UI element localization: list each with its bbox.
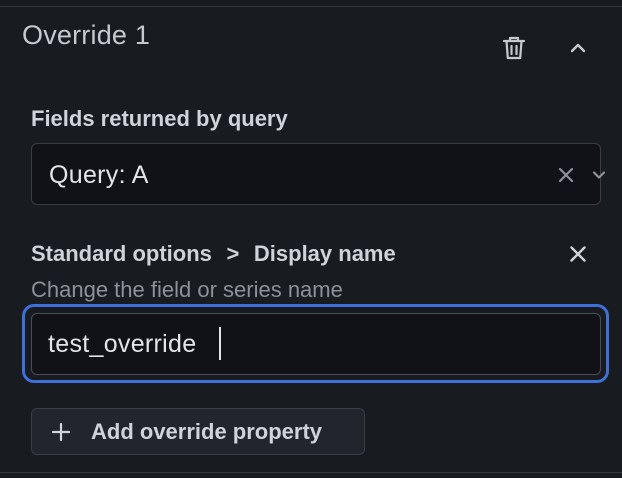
close-icon: [558, 167, 574, 183]
display-name-value: test_override: [48, 330, 197, 358]
text-caret: [219, 327, 221, 360]
collapse-override-button[interactable]: [560, 30, 596, 66]
property-category: Standard options: [31, 241, 212, 266]
property-name: Display name: [253, 241, 396, 266]
override-panel: Override 1 Fields returned by query Quer…: [0, 0, 622, 478]
breadcrumb-separator: >: [226, 241, 240, 266]
select-value: Query: A: [49, 161, 149, 189]
chevron-up-icon: [570, 43, 586, 53]
remove-property-button[interactable]: [563, 239, 593, 269]
chevron-down-icon: [592, 171, 606, 179]
fields-query-select[interactable]: Query: A: [31, 143, 606, 205]
property-description: Change the field or series name: [31, 277, 343, 302]
trash-icon: [502, 36, 526, 60]
bottom-divider: [0, 472, 622, 473]
clear-select-button[interactable]: [551, 160, 581, 190]
add-override-property-button[interactable]: Add override property: [31, 408, 365, 455]
property-breadcrumb: Standard options > Display name: [31, 241, 396, 267]
plus-icon: [48, 419, 74, 445]
override-title: Override 1: [22, 20, 151, 50]
add-override-property-label: Add override property: [91, 418, 323, 444]
select-dropdown-button[interactable]: [584, 160, 614, 190]
matcher-label: Fields returned by query: [31, 106, 288, 131]
top-divider: [0, 6, 622, 7]
delete-override-button[interactable]: [496, 30, 532, 66]
close-icon: [570, 246, 586, 262]
